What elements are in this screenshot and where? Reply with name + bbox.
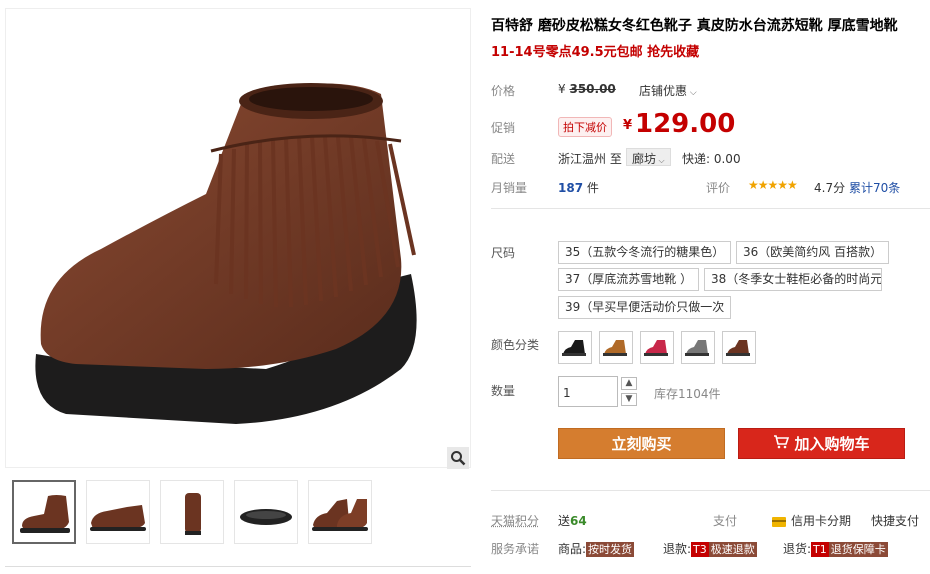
service-return: 退货: T1 退货保障卡 bbox=[783, 542, 888, 557]
original-price: ¥ 350.00 bbox=[558, 82, 616, 96]
size-option-37[interactable]: 37（厚底流苏雪地靴 ） bbox=[558, 268, 700, 291]
thumbnail-4[interactable] bbox=[234, 480, 298, 544]
product-gallery bbox=[0, 0, 476, 574]
quantity-decrease-button[interactable]: ▼ bbox=[621, 393, 637, 406]
service-label: 服务承诺 bbox=[491, 542, 540, 556]
size-option-39[interactable]: 39（早买早便活动价只做一次 bbox=[558, 296, 732, 319]
rating-score: 4.7分 bbox=[814, 181, 846, 195]
service-badge: 按时发货 bbox=[586, 542, 635, 557]
service-badge-t1: T1 bbox=[811, 542, 829, 557]
tmall-points-label[interactable]: 天猫积分 bbox=[491, 512, 539, 529]
shipping-label: 配送 bbox=[491, 152, 516, 166]
credit-card-icon bbox=[772, 516, 786, 527]
divider bbox=[491, 490, 930, 491]
quantity-input[interactable]: 1 bbox=[558, 376, 618, 407]
thumbnail-3[interactable] bbox=[160, 480, 224, 544]
rating-label: 评价 bbox=[706, 181, 731, 195]
points-value: 送64 bbox=[558, 514, 587, 528]
service-badge-t3: T3 bbox=[691, 542, 709, 557]
chevron-down-icon: ⌵ bbox=[687, 88, 697, 98]
size-option-38[interactable]: 38（冬季女士鞋柜必备的时尚元 bbox=[704, 268, 882, 291]
buy-now-button[interactable]: 立刻购买 bbox=[558, 428, 725, 459]
color-option-black[interactable] bbox=[558, 331, 592, 364]
store-discount-dropdown[interactable]: 店铺优惠 ⌵ bbox=[639, 82, 697, 99]
credit-installment[interactable]: 信用卡分期 bbox=[772, 512, 851, 529]
thumbnail-2[interactable] bbox=[86, 480, 150, 544]
size-option-36[interactable]: 36（欧美简约风 百搭款） bbox=[736, 241, 890, 264]
promotion-tag: 拍下减价 bbox=[558, 117, 612, 137]
quantity-increase-button[interactable]: ▲ bbox=[621, 377, 637, 390]
chevron-down-icon: ⌵ bbox=[656, 156, 665, 165]
bottom-tabs bbox=[5, 566, 471, 574]
pay-label: 支付 bbox=[713, 514, 738, 528]
main-product-image[interactable] bbox=[5, 8, 471, 468]
promotion-price: 129.00 bbox=[635, 109, 736, 139]
quantity-label: 数量 bbox=[491, 384, 516, 398]
thumbnail-strip bbox=[12, 480, 472, 544]
add-to-cart-button[interactable]: 加入购物车 bbox=[738, 428, 905, 459]
price-label: 价格 bbox=[491, 84, 516, 98]
promo-text: 11-14号零点49.5元包邮 抢先收藏 bbox=[491, 45, 700, 60]
color-label: 颜色分类 bbox=[491, 338, 540, 352]
service-goods: 商品: 按时发货 bbox=[558, 542, 635, 557]
size-label: 尺码 bbox=[491, 246, 516, 260]
color-option-gray[interactable] bbox=[681, 331, 715, 364]
divider bbox=[491, 208, 930, 209]
price-currency: ¥ bbox=[623, 118, 633, 133]
cart-icon bbox=[773, 429, 790, 460]
rating-stars-icon: ★★★★★ bbox=[748, 178, 798, 192]
promotion-label: 促销 bbox=[491, 121, 516, 135]
thumbnail-1[interactable] bbox=[12, 480, 76, 544]
service-badge: 极速退款 bbox=[708, 542, 757, 557]
color-option-brown[interactable] bbox=[722, 331, 756, 364]
shipping-fee: 快递: 0.00 bbox=[682, 152, 741, 166]
monthly-sales: 187 件 bbox=[558, 181, 599, 195]
service-refund: 退款: T3 极速退款 bbox=[663, 542, 757, 557]
fast-pay[interactable]: 快捷支付 bbox=[871, 512, 919, 529]
thumbnail-5[interactable] bbox=[308, 480, 372, 544]
stock-count: 库存1104件 bbox=[654, 387, 721, 401]
product-title: 百特舒 磨砂皮松糕女冬红色靴子 真皮防水台流苏短靴 厚底雪地靴 bbox=[491, 18, 898, 34]
color-option-tan[interactable] bbox=[599, 331, 633, 364]
product-details: 百特舒 磨砂皮松糕女冬红色靴子 真皮防水台流苏短靴 厚底雪地靴 11-14号零点… bbox=[476, 0, 930, 574]
ship-from: 浙江温州 至 bbox=[558, 152, 622, 166]
color-option-red[interactable] bbox=[640, 331, 674, 364]
service-badge: 退货保障卡 bbox=[828, 542, 888, 557]
sales-label: 月销量 bbox=[491, 181, 528, 195]
zoom-icon[interactable] bbox=[447, 447, 469, 469]
review-count-link[interactable]: 累计70条 bbox=[849, 179, 900, 196]
ship-to-dropdown[interactable]: 廊坊 ⌵ bbox=[626, 148, 671, 166]
size-option-35[interactable]: 35（五款今冬流行的糖果色） bbox=[558, 241, 732, 264]
boot-image bbox=[35, 83, 417, 424]
